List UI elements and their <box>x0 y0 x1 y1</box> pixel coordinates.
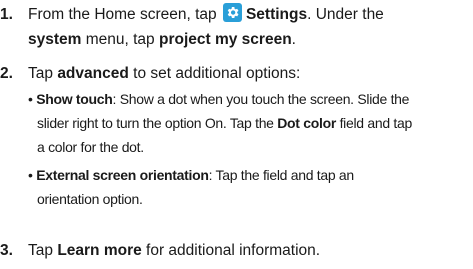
option-line: • Show touch: Show a dot when you touch … <box>28 91 410 107</box>
step-number: 1. <box>0 6 13 23</box>
option-line: slider right to turn the option On. Tap … <box>37 115 412 131</box>
step-number: 3. <box>0 242 13 259</box>
step-number: 2. <box>0 65 13 82</box>
option-line: orientation option. <box>37 191 143 207</box>
option-line: a color for the dot. <box>37 139 144 155</box>
step-text: Tap Learn more for additional informatio… <box>28 242 321 259</box>
option-line: • External screen orientation: Tap the f… <box>28 167 354 183</box>
step-text: Tap advanced to set additional options: <box>28 65 301 82</box>
gear-icon <box>222 3 242 22</box>
step-text: From the Home screen, tap Settings. Unde… <box>28 2 384 27</box>
step-text-line2: system menu, tap project my screen. <box>28 31 296 48</box>
